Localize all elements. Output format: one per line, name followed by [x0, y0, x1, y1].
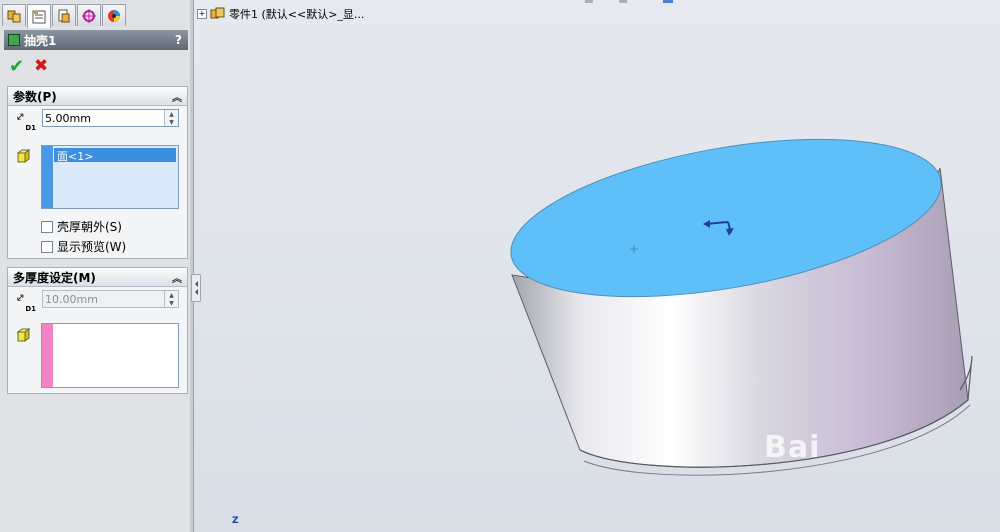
faces-to-remove-list[interactable]: 面<1>: [41, 145, 179, 209]
expand-icon[interactable]: +: [197, 9, 207, 19]
property-manager-tab[interactable]: [27, 4, 51, 28]
multi-faces-list-body: [53, 324, 178, 387]
feature-title-bar: 抽壳1 ?: [4, 30, 188, 50]
view-triad[interactable]: Z: [232, 516, 239, 526]
flyout-feature-tree: + 零件1 (默认<<默认>_显...: [197, 6, 364, 22]
part-tree-label[interactable]: 零件1 (默认<<默认>_显...: [229, 6, 364, 22]
configuration-manager-icon: [58, 9, 70, 22]
thickness-input[interactable]: 5.00mm ▲ ▼: [42, 109, 179, 127]
dimxpert-tab[interactable]: [77, 4, 101, 26]
display-manager-icon: [108, 9, 120, 22]
faces-list-body: 面<1>: [53, 146, 178, 208]
watermark-logo: Bai: [764, 430, 821, 465]
triad-z-label: Z: [232, 516, 239, 526]
collapse-chevron-icon[interactable]: ︽: [172, 270, 182, 285]
multi-thickness-group: 多厚度设定(M) ︽ ↔ D1 10.00mm ▲ ▼: [7, 267, 188, 394]
shell-outward-checkbox[interactable]: 壳厚朝外(S): [41, 218, 122, 235]
shell-outward-label: 壳厚朝外(S): [57, 220, 122, 234]
thickness-dimension-icon: ↔ D1: [12, 108, 36, 132]
cylinder-model[interactable]: [500, 130, 990, 490]
parameters-group-title: 参数(P): [13, 89, 57, 104]
parameters-group: 参数(P) ︽ ↔ D1 5.00mm ▲ ▼ 面<1> 壳厚朝外(S) 显示预览(…: [7, 86, 188, 259]
thickness-value: 5.00mm: [45, 111, 91, 125]
show-preview-label: 显示预览(W): [57, 240, 127, 254]
dimxpert-icon: [82, 8, 96, 23]
configuration-manager-tab[interactable]: [52, 4, 76, 26]
multi-thickness-input[interactable]: 10.00mm ▲ ▼: [42, 290, 179, 308]
parameters-group-header[interactable]: 参数(P) ︽: [8, 87, 187, 106]
shell-feature-icon: [8, 34, 20, 46]
feature-manager-tab[interactable]: [2, 4, 26, 26]
selection-color-strip: [42, 146, 53, 208]
multi-selection-color-strip: [42, 324, 53, 387]
face-selection-icon: [16, 149, 30, 163]
thickness-spinner[interactable]: ▲ ▼: [164, 110, 178, 126]
list-item[interactable]: 面<1>: [54, 148, 176, 163]
multi-thickness-group-title: 多厚度设定(M): [13, 270, 96, 285]
panel-splitter[interactable]: [190, 0, 194, 532]
display-manager-tab[interactable]: [102, 4, 126, 26]
feature-title: 抽壳1: [24, 33, 57, 48]
feature-manager-icon: [7, 10, 21, 22]
multi-thickness-spinner[interactable]: ▲ ▼: [164, 291, 178, 307]
show-preview-box[interactable]: [41, 240, 53, 253]
property-manager-panel: 抽壳1 ? ✔ ✖ 参数(P) ︽ ↔ D1 5.00mm ▲ ▼ 面<1> 壳厚朝…: [0, 0, 191, 532]
manager-tabs: [2, 4, 126, 28]
cancel-button[interactable]: ✖: [34, 56, 48, 76]
multi-thickness-faces-list[interactable]: [41, 323, 179, 388]
collapse-panel-handle[interactable]: [191, 274, 201, 302]
multi-thickness-value: 10.00mm: [45, 292, 98, 306]
multi-thickness-group-header[interactable]: 多厚度设定(M) ︽: [8, 268, 187, 287]
ok-button[interactable]: ✔: [9, 56, 24, 77]
multi-thickness-dimension-icon: ↔ D1: [12, 289, 36, 313]
multi-face-selection-icon: [16, 328, 30, 342]
part-icon: [210, 7, 225, 19]
property-manager-icon: [32, 10, 46, 23]
collapse-chevron-icon[interactable]: ︽: [172, 89, 182, 104]
shell-outward-box[interactable]: [41, 220, 53, 233]
help-button[interactable]: ?: [175, 33, 182, 47]
heads-up-toolbar-edge: [585, 0, 673, 3]
show-preview-checkbox[interactable]: 显示预览(W): [41, 238, 126, 255]
